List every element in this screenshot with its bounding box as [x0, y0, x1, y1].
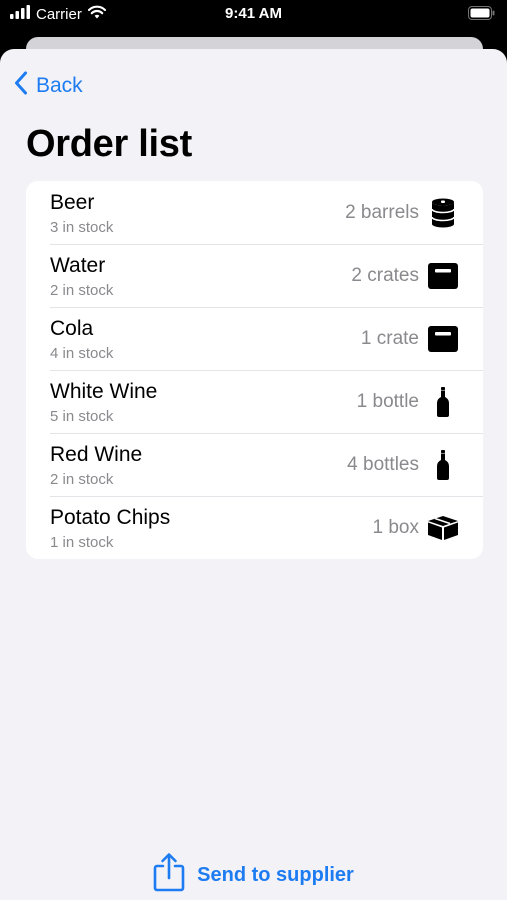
back-label: Back — [36, 74, 83, 97]
item-stock: 1 in stock — [50, 534, 114, 551]
item-stock: 3 in stock — [50, 219, 114, 236]
item-name: Cola — [50, 317, 94, 340]
bottle-icon — [427, 450, 459, 480]
barrel-icon — [427, 198, 459, 228]
chevron-left-icon — [14, 71, 28, 101]
status-time: 9:41 AM — [225, 5, 282, 22]
list-item-potato-chips[interactable]: Potato Chips 1 in stock 1 box — [26, 496, 483, 559]
item-quantity: 4 bottles — [347, 454, 419, 475]
list-item-cola[interactable]: Cola 4 in stock 1 crate — [26, 307, 483, 370]
item-stock: 5 in stock — [50, 408, 114, 425]
send-to-supplier-button[interactable]: Send to supplier — [0, 852, 507, 898]
order-list: Beer 3 in stock 2 barrels Water 2 in sto… — [26, 181, 483, 559]
list-item-water[interactable]: Water 2 in stock 2 crates — [26, 244, 483, 307]
item-stock: 2 in stock — [50, 282, 114, 299]
status-bar: Carrier 9:41 AM — [0, 0, 507, 30]
app-screen: Carrier 9:41 AM Back Order list Beer 3 i… — [0, 0, 507, 900]
item-stock: 4 in stock — [50, 345, 114, 362]
item-quantity: 2 barrels — [345, 202, 419, 223]
page-title: Order list — [26, 123, 192, 165]
list-item-beer[interactable]: Beer 3 in stock 2 barrels — [26, 181, 483, 244]
bottle-icon — [427, 387, 459, 417]
crate-icon — [427, 261, 459, 291]
item-quantity: 2 crates — [351, 265, 419, 286]
item-name: Red Wine — [50, 443, 143, 466]
share-icon — [153, 852, 185, 898]
send-to-supplier-label: Send to supplier — [197, 863, 354, 886]
battery-icon — [468, 6, 495, 22]
item-quantity: 1 bottle — [356, 391, 419, 412]
item-name: White Wine — [50, 380, 158, 403]
item-quantity: 1 crate — [360, 328, 419, 349]
list-item-white-wine[interactable]: White Wine 5 in stock 1 bottle — [26, 370, 483, 433]
item-stock: 2 in stock — [50, 471, 114, 488]
item-name: Beer — [50, 191, 95, 214]
order-sheet: Back Order list Beer 3 in stock 2 barrel… — [0, 49, 507, 900]
list-item-red-wine[interactable]: Red Wine 2 in stock 4 bottles — [26, 433, 483, 496]
item-name: Potato Chips — [50, 506, 171, 529]
crate-icon — [427, 324, 459, 354]
item-quantity: 1 box — [372, 517, 419, 538]
item-name: Water — [50, 254, 106, 277]
box-icon — [427, 513, 459, 543]
back-button[interactable]: Back — [14, 71, 83, 101]
